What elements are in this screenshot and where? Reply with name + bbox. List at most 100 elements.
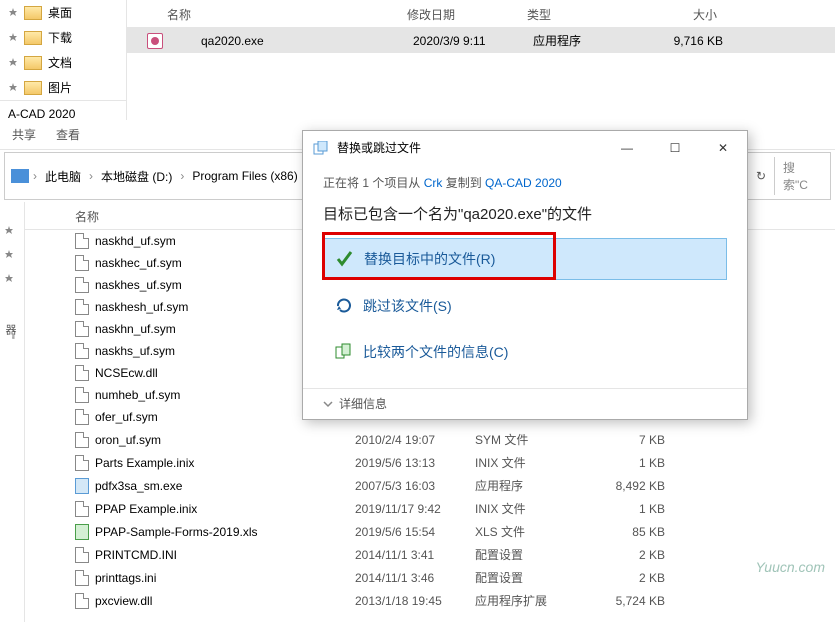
file-type: INIX 文件 <box>475 454 585 471</box>
list-item[interactable]: Parts Example.inix2019/5/6 13:13INIX 文件1… <box>25 451 835 474</box>
maximize-button[interactable]: ☐ <box>661 141 689 155</box>
option-replace[interactable]: 替换目标中的文件(R) <box>323 238 727 280</box>
file-row-selected[interactable]: qa2020.exe 2020/3/9 9:11 应用程序 9,716 KB <box>127 28 835 53</box>
tab-share[interactable]: 共享 <box>12 126 36 143</box>
file-name: qa2020.exe <box>171 34 413 48</box>
tab-view[interactable]: 查看 <box>56 126 80 143</box>
file-date: 2007/5/3 16:03 <box>355 479 475 493</box>
file-icon <box>75 321 89 337</box>
pin-icon <box>8 58 18 68</box>
left-strip: 器" <box>0 202 25 622</box>
folder-icon <box>24 31 42 45</box>
file-name: PPAP-Sample-Forms-2019.xls <box>95 525 355 539</box>
col-date[interactable]: 修改日期 <box>407 6 527 23</box>
pin-icon <box>8 8 18 18</box>
file-type: 应用程序 <box>533 32 643 49</box>
sidebar-item-downloads[interactable]: 下载 <box>0 25 126 50</box>
details-toggle[interactable]: 详细信息 <box>303 388 747 418</box>
sidebar-item-pictures[interactable]: 图片 <box>0 75 126 100</box>
checkmark-icon <box>336 250 354 268</box>
option-label: 替换目标中的文件(R) <box>364 249 495 269</box>
watermark: Yuucn.com <box>755 559 825 575</box>
file-icon <box>75 455 89 471</box>
sidebar-label: 文档 <box>48 54 72 71</box>
list-item[interactable]: PPAP-Sample-Forms-2019.xls2019/5/6 15:54… <box>25 520 835 543</box>
file-name: oron_uf.sym <box>95 433 355 447</box>
col-name[interactable]: 名称 <box>137 6 407 23</box>
list-item[interactable]: oron_uf.sym2010/2/4 19:07SYM 文件7 KB <box>25 428 835 451</box>
chevron-right-icon[interactable]: › <box>176 169 188 183</box>
file-type: INIX 文件 <box>475 500 585 517</box>
option-compare[interactable]: 比较两个文件的信息(C) <box>323 332 727 372</box>
file-icon <box>75 501 89 517</box>
sidebar-label: 桌面 <box>48 4 72 21</box>
file-date: 2014/11/1 3:46 <box>355 571 475 585</box>
file-name: pxcview.dll <box>95 594 355 608</box>
minimize-button[interactable]: — <box>613 141 641 155</box>
sidebar-item-desktop[interactable]: 桌面 <box>0 0 126 25</box>
strip-label: 器" <box>2 324 18 339</box>
src-link[interactable]: Crk <box>424 176 443 190</box>
list-item[interactable]: pxcview.dll2013/1/18 19:45应用程序扩展5,724 KB <box>25 589 835 612</box>
chevron-down-icon <box>323 399 333 409</box>
list-item[interactable]: PRINTCMD.INI2014/11/1 3:41配置设置2 KB <box>25 543 835 566</box>
bc-drive[interactable]: 本地磁盘 (D:) <box>97 166 176 187</box>
exe-file-icon <box>147 33 163 49</box>
pin-icon[interactable] <box>4 274 20 284</box>
file-date: 2013/1/18 19:45 <box>355 594 475 608</box>
sidebar-label: 图片 <box>48 79 72 96</box>
list-item[interactable]: pdfx3sa_sm.exe2007/5/3 16:03应用程序8,492 KB <box>25 474 835 497</box>
dialog-title: 替换或跳过文件 <box>337 139 613 156</box>
file-icon <box>75 593 89 609</box>
col-size[interactable]: 大小 <box>637 6 717 23</box>
compare-icon <box>335 343 353 361</box>
file-type: 配置设置 <box>475 569 585 586</box>
file-size: 85 KB <box>585 525 665 539</box>
dialog-copying-text: 正在将 1 个项目从 Crk 复制到 QA-CAD 2020 <box>323 174 727 191</box>
app-title: A-CAD 2020 <box>0 100 126 127</box>
search-input[interactable]: 搜索"C <box>774 157 824 195</box>
chevron-right-icon[interactable]: › <box>85 169 97 183</box>
file-size: 1 KB <box>585 456 665 470</box>
pin-icon[interactable] <box>4 226 20 236</box>
close-button[interactable]: ✕ <box>709 141 737 155</box>
file-type: XLS 文件 <box>475 523 585 540</box>
file-size: 1 KB <box>585 502 665 516</box>
file-size: 7 KB <box>585 433 665 447</box>
file-date: 2020/3/9 9:11 <box>413 34 533 48</box>
file-name: Parts Example.inix <box>95 456 355 470</box>
file-icon <box>75 524 89 540</box>
file-icon <box>75 255 89 271</box>
refresh-button[interactable]: ↻ <box>748 169 774 183</box>
replace-dialog: 替换或跳过文件 — ☐ ✕ 正在将 1 个项目从 Crk 复制到 QA-CAD … <box>302 130 748 420</box>
dst-link[interactable]: QA-CAD 2020 <box>485 176 562 190</box>
bc-folder[interactable]: Program Files (x86) <box>188 167 301 185</box>
sidebar-item-documents[interactable]: 文档 <box>0 50 126 75</box>
column-headers: 名称 修改日期 类型 大小 <box>127 0 835 28</box>
option-skip[interactable]: 跳过该文件(S) <box>323 286 727 326</box>
bc-pc[interactable]: 此电脑 <box>41 166 85 187</box>
file-icon <box>75 409 89 425</box>
file-icon <box>75 432 89 448</box>
sidebar-label: 下载 <box>48 29 72 46</box>
chevron-right-icon[interactable]: › <box>29 169 41 183</box>
file-date: 2014/11/1 3:41 <box>355 548 475 562</box>
file-size: 2 KB <box>585 571 665 585</box>
file-type: 应用程序 <box>475 477 585 494</box>
file-icon <box>75 277 89 293</box>
file-icon <box>75 233 89 249</box>
file-type: 应用程序扩展 <box>475 592 585 609</box>
list-item[interactable]: printtags.ini2014/11/1 3:46配置设置2 KB <box>25 566 835 589</box>
col-type[interactable]: 类型 <box>527 6 637 23</box>
file-icon <box>75 365 89 381</box>
list-item[interactable]: PPAP Example.inix2019/11/17 9:42INIX 文件1… <box>25 497 835 520</box>
file-icon <box>75 478 89 494</box>
option-label: 跳过该文件(S) <box>363 296 452 316</box>
file-icon <box>75 387 89 403</box>
quick-access-sidebar: 桌面 下载 文档 图片 A-CAD 2020 <box>0 0 127 120</box>
option-label: 比较两个文件的信息(C) <box>363 342 508 362</box>
file-date: 2019/11/17 9:42 <box>355 502 475 516</box>
pin-icon[interactable] <box>4 250 20 260</box>
file-date: 2019/5/6 15:54 <box>355 525 475 539</box>
file-name: printtags.ini <box>95 571 355 585</box>
